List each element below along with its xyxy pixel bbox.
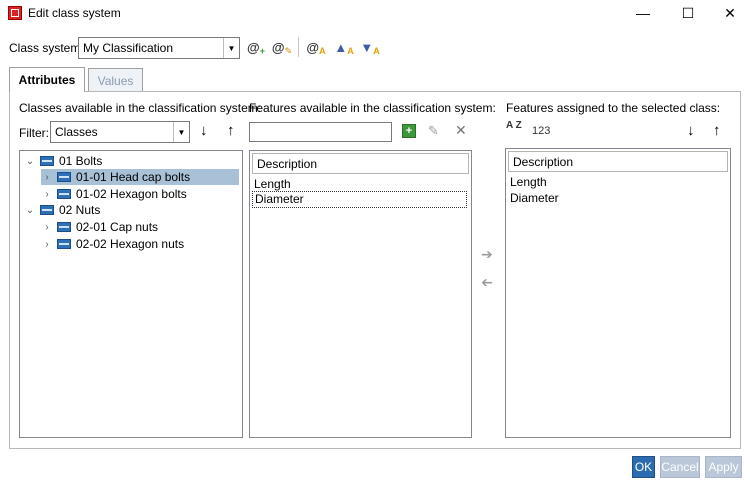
app-icon <box>8 6 22 20</box>
delete-feature-icon[interactable]: ✕ <box>455 122 467 139</box>
tree-node-hexagon-bolts[interactable]: › 01-02 Hexagon bolts <box>41 186 187 202</box>
features-available-list[interactable]: Description Length Diameter <box>249 150 472 438</box>
class-system-value: My Classification <box>83 41 174 55</box>
tree-node-label: 02-02 Hexagon nuts <box>76 237 185 251</box>
rename-class-system-icon[interactable]: @ A <box>306 37 326 57</box>
class-icon <box>57 222 71 232</box>
chevron-down-icon[interactable]: ▼ <box>173 122 189 142</box>
class-icon <box>40 156 54 166</box>
column-header-description[interactable]: Description <box>508 151 728 172</box>
cancel-button[interactable]: Cancel <box>660 456 700 478</box>
title-bar: Edit class system — ☐ ✕ <box>0 0 750 28</box>
class-icon <box>57 172 71 182</box>
list-item[interactable]: Diameter <box>252 191 467 208</box>
filter-label: Filter: <box>19 126 49 140</box>
unassign-arrow-icon[interactable]: ➔ <box>481 274 493 291</box>
tab-attributes[interactable]: Attributes <box>9 67 85 92</box>
list-item[interactable]: Diameter <box>510 191 559 205</box>
tree-node-label: 01 Bolts <box>59 154 103 168</box>
sort-numeric-icon[interactable]: 123 <box>532 125 550 137</box>
apply-button[interactable]: Apply <box>705 456 742 478</box>
ok-button[interactable]: OK <box>632 456 655 478</box>
tree-node-label: 02 Nuts <box>59 203 101 217</box>
tab-values[interactable]: Values <box>88 68 143 92</box>
class-system-label: Class system: <box>9 41 84 55</box>
toolbar-separator <box>298 37 299 57</box>
move-down-icon[interactable]: ↓ <box>687 122 695 139</box>
features-available-header: Features available in the classification… <box>249 101 496 115</box>
expander-icon[interactable]: › <box>41 239 53 250</box>
expander-icon[interactable]: › <box>41 222 53 233</box>
expander-icon[interactable]: › <box>41 172 53 183</box>
classes-header: Classes available in the classification … <box>19 101 262 115</box>
feature-search-input[interactable] <box>249 122 392 142</box>
edit-class-system-icon[interactable]: @ ✎ <box>272 37 292 57</box>
tree-node-label: 02-01 Cap nuts <box>76 220 159 234</box>
list-item[interactable]: Length <box>510 175 547 189</box>
tree-node-bolts[interactable]: ⌄ 01 Bolts <box>24 153 103 169</box>
class-system-combo[interactable]: My Classification ▼ <box>78 37 240 59</box>
add-class-system-icon[interactable]: @ + <box>246 37 266 57</box>
move-down-icon[interactable]: ↓ <box>200 122 208 139</box>
edit-feature-icon[interactable]: ✎ <box>428 123 439 139</box>
expander-icon[interactable]: ⌄ <box>24 205 36 216</box>
class-icon <box>40 205 54 215</box>
column-header-description[interactable]: Description <box>252 153 469 174</box>
window-title: Edit class system <box>28 6 121 20</box>
class-icon <box>57 189 71 199</box>
expander-icon[interactable]: › <box>41 189 53 200</box>
assign-arrow-icon[interactable]: ➔ <box>481 246 493 263</box>
class-tree[interactable]: ⌄ 01 Bolts › 01-01 Head cap bolts › 01-0… <box>19 150 243 438</box>
features-assigned-list[interactable]: Description Length Diameter <box>505 148 731 438</box>
tree-node-cap-nuts[interactable]: › 02-01 Cap nuts <box>41 219 158 235</box>
tree-node-label: 01-01 Head cap bolts <box>76 170 191 184</box>
filter-value: Classes <box>55 125 98 139</box>
sort-alpha-icon[interactable]: A Z <box>506 120 524 131</box>
tree-node-label: 01-02 Hexagon bolts <box>76 187 187 201</box>
close-button[interactable]: ✕ <box>714 2 746 24</box>
filter-combo[interactable]: Classes ▼ <box>50 121 190 143</box>
minimize-button[interactable]: — <box>627 2 659 24</box>
class-icon <box>57 239 71 249</box>
tree-node-head-cap-bolts[interactable]: › 01-01 Head cap bolts <box>41 169 239 185</box>
move-up-icon[interactable]: ↑ <box>713 122 721 139</box>
chevron-down-icon[interactable]: ▼ <box>223 38 239 58</box>
move-up-icon[interactable]: ↑ <box>227 122 235 139</box>
add-feature-icon[interactable]: + <box>402 124 416 138</box>
export-class-system-icon[interactable]: ▼ A <box>360 37 380 57</box>
features-assigned-header: Features assigned to the selected class: <box>506 101 721 115</box>
tree-node-nuts[interactable]: ⌄ 02 Nuts <box>24 202 101 218</box>
maximize-button[interactable]: ☐ <box>672 2 704 24</box>
list-item[interactable]: Length <box>254 177 291 191</box>
expander-icon[interactable]: ⌄ <box>24 156 36 167</box>
import-class-system-icon[interactable]: ▲ A <box>334 37 354 57</box>
sort-alpha-label: A Z <box>506 120 522 131</box>
tree-node-hexagon-nuts[interactable]: › 02-02 Hexagon nuts <box>41 236 184 252</box>
